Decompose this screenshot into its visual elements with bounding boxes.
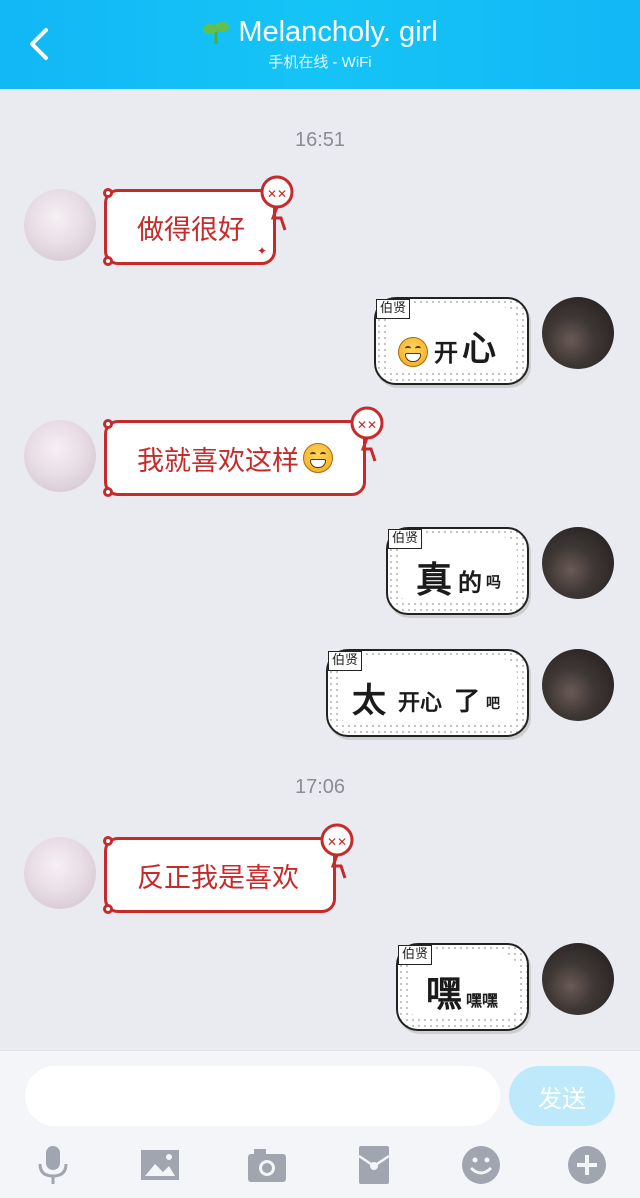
message-text: 我就喜欢这样 xyxy=(137,445,299,477)
received-message-bubble[interactable]: 做得很好 ✕✕ ✦ xyxy=(103,175,294,266)
timestamp: 16:51 xyxy=(294,129,346,151)
message-text: 吗 xyxy=(486,573,502,591)
send-button[interactable]: 发送 xyxy=(509,1066,615,1126)
message-text: 真 xyxy=(416,560,453,601)
my-avatar[interactable] xyxy=(542,649,614,721)
message-text: 嘿 xyxy=(426,974,463,1015)
sent-message-bubble[interactable]: 伯贤 开 心 xyxy=(374,297,529,385)
sender-tag: 伯贤 xyxy=(328,651,363,671)
sent-message-bubble[interactable]: 伯贤 嘿 嘿嘿 xyxy=(396,943,529,1031)
input-bar: 发送 xyxy=(0,1050,640,1198)
contact-avatar[interactable] xyxy=(24,189,96,261)
my-avatar[interactable] xyxy=(542,943,614,1015)
grin-emoji-icon xyxy=(303,443,333,473)
received-message-bubble[interactable]: 反正我是喜欢 ✕✕ xyxy=(103,823,354,914)
emoji-icon[interactable] xyxy=(460,1144,502,1186)
message-text: 反正我是喜欢 xyxy=(137,862,299,894)
svg-text:✕✕: ✕✕ xyxy=(267,187,287,201)
red-packet-icon[interactable] xyxy=(353,1144,395,1186)
message-text: 了 xyxy=(454,687,481,717)
message-text: 开心 xyxy=(398,691,443,716)
message-text: 心 xyxy=(462,329,496,369)
bubble-decoration-icon: ✕✕ xyxy=(260,175,294,231)
sender-tag: 伯贤 xyxy=(376,299,411,319)
contact-avatar[interactable] xyxy=(24,420,96,492)
bubble-decoration-icon: ✕✕ xyxy=(350,406,384,462)
header-title-block: Melancholy. girl 手机在线 - WiFi xyxy=(0,16,640,72)
my-avatar[interactable] xyxy=(542,297,614,369)
my-avatar[interactable] xyxy=(542,527,614,599)
message-text: 的 xyxy=(458,569,482,597)
message-text: 嘿嘿 xyxy=(466,991,499,1010)
grin-emoji-icon xyxy=(398,337,428,367)
message-text: 开 xyxy=(434,339,458,367)
camera-icon[interactable] xyxy=(246,1144,288,1186)
contact-name[interactable]: Melancholy. girl xyxy=(238,16,437,49)
sprout-icon xyxy=(203,21,230,44)
microphone-icon[interactable] xyxy=(32,1144,74,1186)
message-text: 做得很好 xyxy=(137,214,245,246)
message-text: 吧 xyxy=(486,696,500,712)
message-input[interactable] xyxy=(25,1066,500,1126)
online-status: 手机在线 - WiFi xyxy=(268,54,372,71)
bubble-decoration-icon: ✕✕ xyxy=(320,823,354,879)
sender-tag: 伯贤 xyxy=(398,945,433,965)
contact-avatar[interactable] xyxy=(24,837,96,909)
sent-message-bubble[interactable]: 伯贤 太 开心 了 吧 xyxy=(326,649,529,737)
sender-tag: 伯贤 xyxy=(388,529,423,549)
chat-header: Melancholy. girl 手机在线 - WiFi xyxy=(0,0,640,89)
sent-message-bubble[interactable]: 伯贤 真 的 吗 xyxy=(386,527,529,615)
image-icon[interactable] xyxy=(139,1144,181,1186)
plus-icon[interactable] xyxy=(566,1144,608,1186)
received-message-bubble[interactable]: 我就喜欢这样 ✕✕ xyxy=(103,406,384,497)
message-text: 太 xyxy=(352,681,386,721)
svg-text:✕✕: ✕✕ xyxy=(327,835,347,849)
timestamp: 17:06 xyxy=(294,776,346,798)
svg-text:✕✕: ✕✕ xyxy=(357,418,377,432)
